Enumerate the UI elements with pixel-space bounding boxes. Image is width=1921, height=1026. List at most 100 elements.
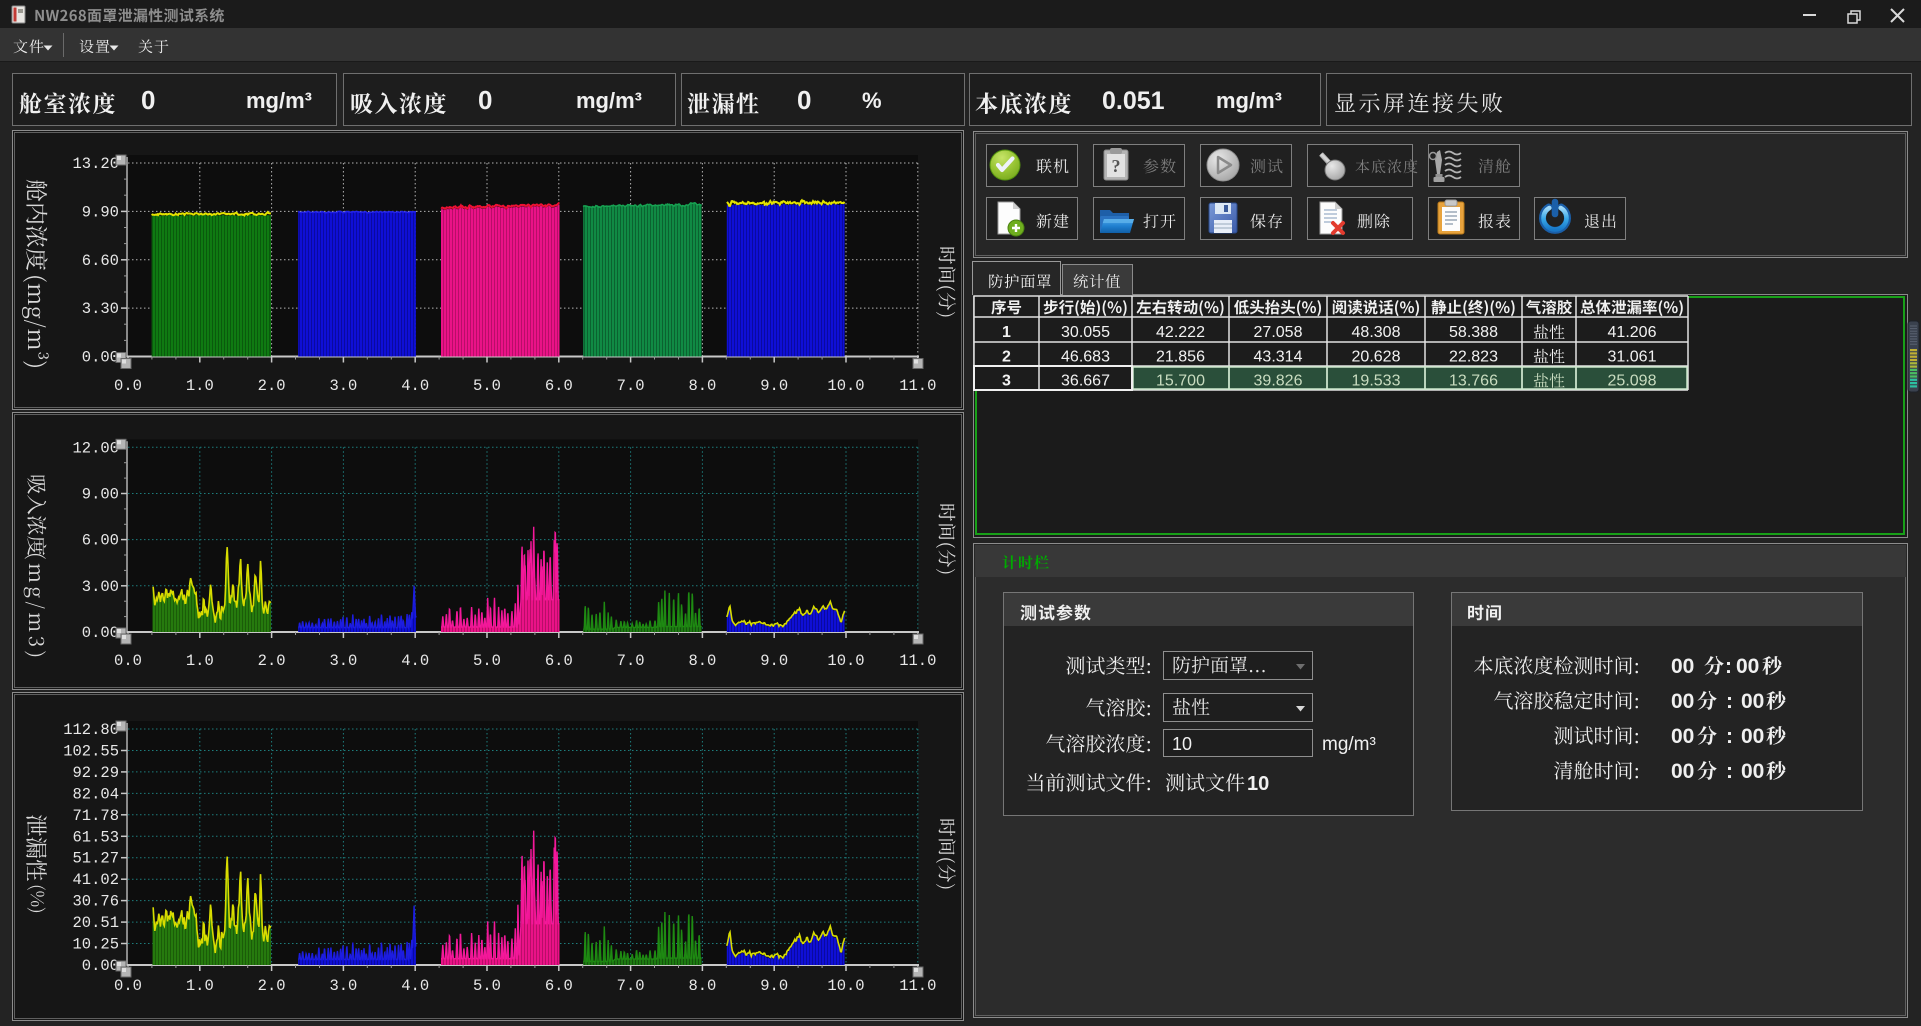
svg-text:mg/m³: mg/m³ bbox=[246, 88, 312, 113]
svg-text:92.29: 92.29 bbox=[72, 764, 119, 782]
svg-text:41.206: 41.206 bbox=[1608, 324, 1657, 341]
svg-text:3.0: 3.0 bbox=[329, 377, 357, 395]
svg-text:00: 00 bbox=[1671, 725, 1694, 748]
svg-text:39.826: 39.826 bbox=[1254, 373, 1303, 390]
svg-text:%: % bbox=[862, 88, 882, 113]
svg-text:7.0: 7.0 bbox=[617, 377, 645, 395]
svg-text:10.0: 10.0 bbox=[827, 652, 864, 670]
svg-text:30.76: 30.76 bbox=[72, 893, 119, 911]
svg-text:0.051: 0.051 bbox=[1102, 87, 1165, 115]
svg-text:9.0: 9.0 bbox=[760, 377, 788, 395]
svg-text:20.51: 20.51 bbox=[72, 914, 119, 932]
svg-text:4.0: 4.0 bbox=[401, 377, 429, 395]
svg-text:5.0: 5.0 bbox=[473, 977, 501, 995]
svg-text:9.0: 9.0 bbox=[760, 977, 788, 995]
svg-text:0: 0 bbox=[141, 85, 155, 115]
svg-text:00: 00 bbox=[1741, 725, 1764, 748]
svg-text:10: 10 bbox=[1172, 734, 1192, 754]
svg-text:7.0: 7.0 bbox=[617, 977, 645, 995]
svg-text:10.0: 10.0 bbox=[827, 977, 864, 995]
svg-text:6.0: 6.0 bbox=[545, 977, 573, 995]
svg-text:2: 2 bbox=[1002, 348, 1011, 365]
svg-text:0.0: 0.0 bbox=[114, 652, 142, 670]
svg-text:3.00: 3.00 bbox=[82, 578, 119, 596]
svg-text:0: 0 bbox=[478, 85, 492, 115]
svg-text:0.00: 0.00 bbox=[82, 957, 119, 975]
svg-text:2.0: 2.0 bbox=[258, 652, 286, 670]
svg-text:5.0: 5.0 bbox=[473, 377, 501, 395]
svg-text:27.058: 27.058 bbox=[1254, 324, 1303, 341]
svg-text:22.823: 22.823 bbox=[1449, 348, 1498, 365]
svg-text:3: 3 bbox=[1002, 373, 1011, 390]
svg-text:0.00: 0.00 bbox=[82, 349, 119, 367]
svg-text:00: 00 bbox=[1671, 760, 1694, 783]
svg-text:10.25: 10.25 bbox=[72, 936, 119, 954]
svg-text:1.0: 1.0 bbox=[186, 977, 214, 995]
svg-text:8.0: 8.0 bbox=[688, 377, 716, 395]
svg-text:30.055: 30.055 bbox=[1061, 324, 1110, 341]
svg-text:10: 10 bbox=[1247, 773, 1269, 795]
svg-text:46.683: 46.683 bbox=[1061, 348, 1110, 365]
svg-text:51.27: 51.27 bbox=[72, 850, 119, 868]
svg-text:1.0: 1.0 bbox=[186, 377, 214, 395]
svg-text:43.314: 43.314 bbox=[1254, 348, 1303, 365]
svg-text:71.78: 71.78 bbox=[72, 807, 119, 825]
svg-text:19.533: 19.533 bbox=[1352, 373, 1401, 390]
svg-text::: : bbox=[1726, 760, 1733, 783]
svg-text:mg/m³: mg/m³ bbox=[576, 88, 642, 113]
svg-text:0: 0 bbox=[797, 85, 811, 115]
svg-text:?: ? bbox=[1112, 156, 1121, 176]
svg-text:11.0: 11.0 bbox=[899, 977, 936, 995]
svg-text:11.0: 11.0 bbox=[899, 652, 936, 670]
svg-text:3.30: 3.30 bbox=[82, 300, 119, 318]
svg-text:00: 00 bbox=[1741, 760, 1764, 783]
svg-text:41.02: 41.02 bbox=[72, 871, 119, 889]
svg-text::: : bbox=[1726, 725, 1733, 748]
svg-text:5.0: 5.0 bbox=[473, 652, 501, 670]
svg-text:61.53: 61.53 bbox=[72, 828, 119, 846]
svg-text:12.00: 12.00 bbox=[72, 439, 119, 457]
svg-text:6.0: 6.0 bbox=[545, 377, 573, 395]
svg-text:48.308: 48.308 bbox=[1352, 324, 1401, 341]
svg-text:0.0: 0.0 bbox=[114, 377, 142, 395]
svg-text:25.098: 25.098 bbox=[1608, 373, 1657, 390]
svg-text:15.700: 15.700 bbox=[1156, 373, 1205, 390]
svg-text:6.00: 6.00 bbox=[82, 532, 119, 550]
svg-text::: : bbox=[1726, 690, 1733, 713]
svg-text:10.0: 10.0 bbox=[827, 377, 864, 395]
svg-text:31.061: 31.061 bbox=[1608, 348, 1657, 365]
svg-text:2.0: 2.0 bbox=[258, 977, 286, 995]
svg-text:00: 00 bbox=[1671, 655, 1694, 678]
svg-text:0.00: 0.00 bbox=[82, 624, 119, 642]
svg-text:mg/m³: mg/m³ bbox=[1322, 734, 1376, 755]
svg-text:9.90: 9.90 bbox=[82, 203, 119, 221]
svg-text:20.628: 20.628 bbox=[1352, 348, 1401, 365]
svg-text:3.0: 3.0 bbox=[329, 652, 357, 670]
svg-text:4.0: 4.0 bbox=[401, 652, 429, 670]
svg-text:6.60: 6.60 bbox=[82, 252, 119, 270]
svg-text:6.0: 6.0 bbox=[545, 652, 573, 670]
svg-text:0.0: 0.0 bbox=[114, 977, 142, 995]
svg-text:11.0: 11.0 bbox=[899, 377, 936, 395]
svg-text:3.0: 3.0 bbox=[329, 977, 357, 995]
svg-text:9.0: 9.0 bbox=[760, 652, 788, 670]
svg-text:00: 00 bbox=[1736, 655, 1759, 678]
svg-text:42.222: 42.222 bbox=[1156, 324, 1205, 341]
svg-text:13.20: 13.20 bbox=[72, 155, 119, 173]
svg-text:00: 00 bbox=[1741, 690, 1764, 713]
svg-text:8.0: 8.0 bbox=[688, 652, 716, 670]
svg-text:36.667: 36.667 bbox=[1061, 373, 1110, 390]
svg-text::: : bbox=[1725, 655, 1732, 678]
svg-text:13.766: 13.766 bbox=[1449, 373, 1498, 390]
svg-text:102.55: 102.55 bbox=[63, 743, 119, 761]
svg-text:1.0: 1.0 bbox=[186, 652, 214, 670]
svg-text:112.80: 112.80 bbox=[63, 721, 119, 739]
svg-text:9.00: 9.00 bbox=[82, 486, 119, 504]
svg-text:82.04: 82.04 bbox=[72, 785, 119, 803]
svg-text:mg/m³: mg/m³ bbox=[1216, 88, 1282, 113]
svg-text:2.0: 2.0 bbox=[258, 377, 286, 395]
svg-text:00: 00 bbox=[1671, 690, 1694, 713]
svg-text:8.0: 8.0 bbox=[688, 977, 716, 995]
svg-text:7.0: 7.0 bbox=[617, 652, 645, 670]
svg-text:21.856: 21.856 bbox=[1156, 348, 1205, 365]
